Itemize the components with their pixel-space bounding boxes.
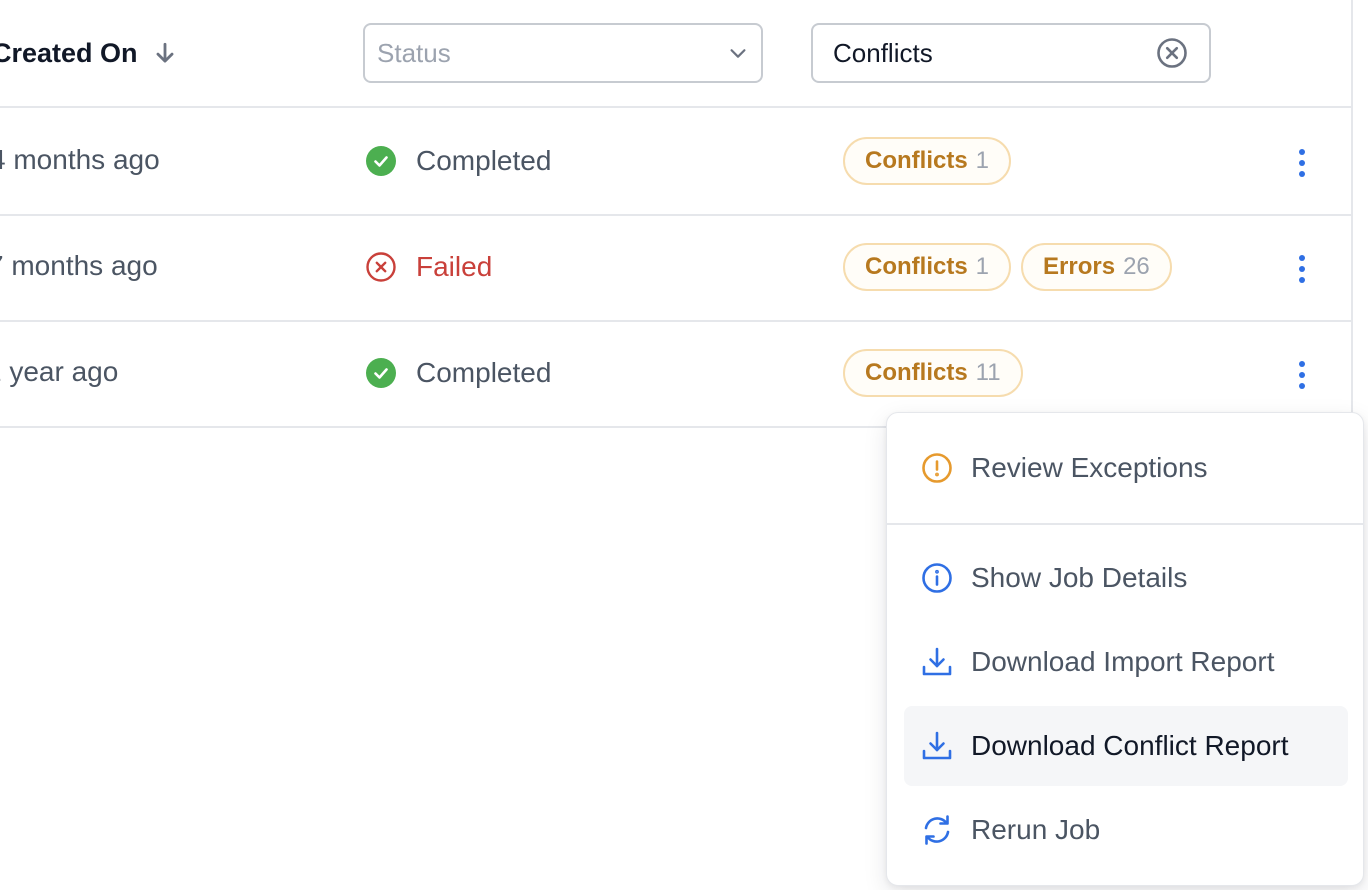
table-row[interactable]: 4 months ago Completed Conflicts 1 [0, 110, 1352, 216]
refresh-icon [920, 813, 954, 847]
badge-count: 1 [975, 147, 990, 174]
status-cell: Completed [365, 140, 551, 182]
status-cell: Failed [365, 246, 492, 288]
row-actions-kebab-icon[interactable] [1286, 249, 1318, 289]
conflicts-badge[interactable]: Conflicts 1 [843, 243, 1012, 291]
status-text: Completed [416, 145, 552, 176]
row-actions-menu: Review Exceptions Show Job Details Downl… [886, 412, 1364, 886]
created-on-column-header[interactable]: Created On [0, 34, 178, 72]
errors-badge[interactable]: Errors 26 [1021, 243, 1172, 291]
status-filter-placeholder: Status [377, 37, 451, 68]
menu-item-label: Rerun Job [971, 814, 1101, 845]
badge-label: Conflicts [865, 253, 968, 280]
menu-item-show-job-details[interactable]: Show Job Details [904, 538, 1348, 618]
created-on-cell: 7 months ago [0, 250, 158, 281]
badge-label: Errors [1043, 253, 1116, 280]
menu-item-rerun-job[interactable]: Rerun Job [904, 790, 1348, 870]
table-header: Created On Status Conflicts [0, 0, 1352, 108]
menu-item-label: Download Import Report [971, 646, 1275, 677]
conflicts-badge[interactable]: Conflicts 1 [843, 137, 1012, 185]
check-circle-icon [365, 145, 397, 177]
menu-item-download-conflict-report[interactable]: Download Conflict Report [904, 706, 1348, 786]
alert-circle-icon [920, 451, 954, 485]
badge-count: 1 [975, 253, 990, 280]
check-circle-icon [365, 357, 397, 389]
menu-item-label: Review Exceptions [971, 452, 1208, 483]
created-on-cell: 4 months ago [0, 144, 160, 175]
created-on-cell: 1 year ago [0, 356, 119, 387]
menu-item-download-import-report[interactable]: Download Import Report [904, 622, 1348, 702]
conflicts-badge[interactable]: Conflicts 11 [843, 349, 1023, 397]
info-circle-icon [920, 561, 954, 595]
badge-label: Conflicts [865, 359, 968, 386]
menu-item-review-exceptions[interactable]: Review Exceptions [904, 428, 1348, 508]
exception-badges: Conflicts 1 [843, 137, 1012, 185]
x-circle-icon [365, 251, 397, 283]
menu-divider [887, 523, 1363, 525]
row-actions-kebab-icon[interactable] [1286, 143, 1318, 183]
status-text: Failed [416, 251, 493, 282]
badge-label: Conflicts [865, 147, 968, 174]
clear-search-icon[interactable] [1155, 36, 1189, 70]
arrow-down-icon[interactable] [152, 40, 178, 66]
badge-count: 11 [975, 359, 1001, 386]
menu-item-label: Download Conflict Report [971, 730, 1289, 761]
exception-badges: Conflicts 11 [843, 349, 1023, 397]
row-actions-kebab-icon[interactable] [1286, 355, 1318, 395]
exception-badges: Conflicts 1 Errors 26 [843, 243, 1172, 291]
menu-item-label: Show Job Details [971, 562, 1188, 593]
status-filter-select[interactable]: Status [363, 23, 763, 83]
status-text: Completed [416, 357, 552, 388]
download-icon [920, 729, 954, 763]
search-input-value[interactable]: Conflicts [833, 38, 1155, 69]
import-jobs-table: Created On Status Conflicts 4 months ago… [0, 0, 1368, 890]
created-on-label: Created On [0, 37, 138, 68]
status-cell: Completed [365, 352, 551, 394]
search-input[interactable]: Conflicts [811, 23, 1211, 83]
chevron-down-icon [727, 42, 749, 64]
badge-count: 26 [1123, 253, 1150, 280]
table-row[interactable]: 7 months ago Failed Conflicts 1 Errors 2… [0, 216, 1352, 322]
download-icon [920, 645, 954, 679]
